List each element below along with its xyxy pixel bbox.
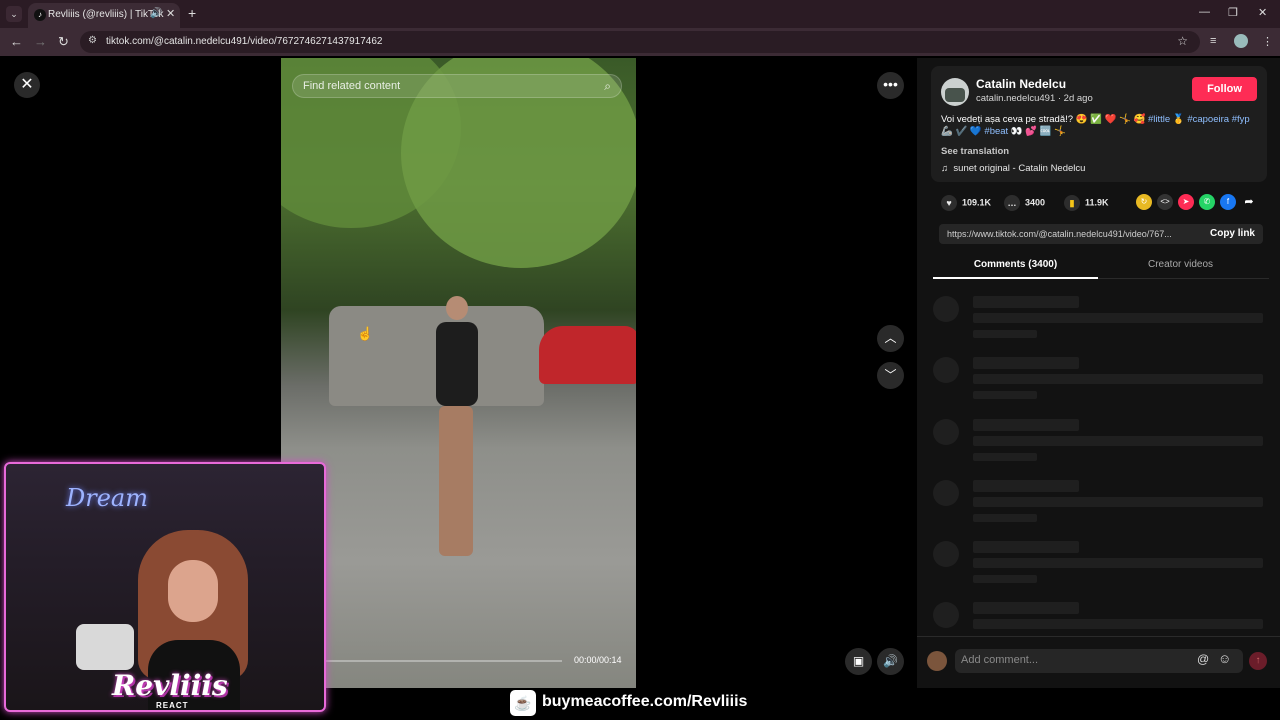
minimize-icon[interactable]: — <box>1199 6 1210 18</box>
description-text: Voi vedeți așa ceva pe stradă!? 😍 ✅ ❤️ 🤸… <box>941 114 1146 125</box>
current-user-avatar <box>927 651 947 671</box>
comment-skeleton <box>933 357 1269 407</box>
profile-avatar[interactable] <box>1234 34 1248 48</box>
description-emoji: 👀 💕 🆒 🤸 <box>1010 126 1067 137</box>
close-tab-icon[interactable]: ✕ <box>166 7 175 20</box>
speaker-icon[interactable]: 🔊 <box>150 8 162 19</box>
like-button[interactable]: ♥ 109.1K <box>941 195 991 211</box>
channel-logo: Revliiis <box>112 669 228 702</box>
author-avatar[interactable] <box>941 78 969 106</box>
description-emoji: 🥇 <box>1172 114 1185 125</box>
description-emoji: 🦾 ✔️ 💙 <box>941 126 982 137</box>
channel-logo-sub: REACT <box>156 701 189 710</box>
address-bar: ← → ↻ ⚙ tiktok.com/@catalin.nedelcu491/v… <box>0 28 1280 56</box>
comment-skeleton <box>933 419 1269 469</box>
tab-search-icon[interactable]: ⌄ <box>6 6 22 22</box>
comment-button[interactable]: … 3400 <box>1004 195 1045 211</box>
hashtag-link[interactable]: #capoeira <box>1187 114 1229 125</box>
share-more-icon[interactable]: ➦ <box>1241 194 1257 210</box>
emoji-icon[interactable]: ☺ <box>1218 651 1231 666</box>
new-tab-icon[interactable]: + <box>188 5 196 21</box>
post-description: Voi vedeți așa ceva pe stradă!? 😍 ✅ ❤️ 🤸… <box>941 114 1259 138</box>
embed-icon[interactable]: <> <box>1157 194 1173 210</box>
heart-icon: ♥ <box>941 195 957 211</box>
dancer-figure <box>431 296 481 566</box>
send-to-friends-icon[interactable]: ➤ <box>1178 194 1194 210</box>
hashtag-link[interactable]: #beat <box>984 126 1008 137</box>
comment-icon: … <box>1004 195 1020 211</box>
tab-bar: ⌄ ♪ Revliiis (@revliiis) | TikTok 🔊 ✕ + … <box>0 0 1280 28</box>
comment-skeleton <box>933 541 1269 591</box>
sound-link[interactable]: ♫ sunet original - Catalin Nedelcu <box>941 163 1085 174</box>
buymeacoffee-banner: ☕ buymeacoffee.com/Revliiis <box>508 688 768 718</box>
sidebar-tabs: Comments (3400) Creator videos <box>933 255 1269 279</box>
copy-link-button[interactable]: Copy link <box>1210 228 1255 239</box>
volume-button[interactable]: 🔊 <box>877 648 904 675</box>
hashtag-link[interactable]: #fyp <box>1232 114 1250 125</box>
video-detail-sidebar: Catalin Nedelcu catalin.nedelcu491 · 2d … <box>917 58 1280 688</box>
repost-icon[interactable]: ↻ <box>1136 194 1152 210</box>
browser-tab[interactable]: ♪ Revliiis (@revliiis) | TikTok 🔊 ✕ <box>28 3 180 28</box>
search-icon: ⌕ <box>604 79 611 93</box>
save-button[interactable]: ▮ 11.9K <box>1064 195 1109 211</box>
bookmark-star-icon[interactable]: ☆ <box>1177 34 1188 48</box>
save-count: 11.9K <box>1085 197 1109 208</box>
mouse-cursor-icon: ☝ <box>357 326 374 341</box>
url-text: tiktok.com/@catalin.nedelcu491/video/767… <box>106 36 383 47</box>
see-translation-link[interactable]: See translation <box>941 146 1009 157</box>
video-timecode: 00:00/00:14 <box>574 655 622 665</box>
video-player[interactable] <box>281 58 636 688</box>
author-meta: catalin.nedelcu491 · 2d ago <box>976 93 1093 104</box>
comment-count: 3400 <box>1025 197 1046 208</box>
post-info-card: Catalin Nedelcu catalin.nedelcu491 · 2d … <box>931 66 1267 182</box>
music-note-icon: ♫ <box>941 163 949 174</box>
car-image <box>539 326 636 384</box>
like-count: 109.1K <box>962 197 992 208</box>
previous-video-button[interactable]: ︿ <box>877 325 904 352</box>
window-close-icon[interactable]: ✕ <box>1258 6 1267 19</box>
media-controls-icon[interactable]: ≡ <box>1210 35 1216 47</box>
coffee-link: buymeacoffee.com/Revliiis <box>542 693 748 710</box>
floating-player-button[interactable]: ▣ <box>845 648 872 675</box>
comment-composer: Add comment... @ ☺ ↑ <box>917 636 1280 684</box>
find-related-search[interactable]: Find related content ⌕ <box>292 74 622 98</box>
facebook-icon[interactable]: f <box>1220 194 1236 210</box>
url-field[interactable]: ⚙ tiktok.com/@catalin.nedelcu491/video/7… <box>80 31 1200 53</box>
neon-sign: Dream <box>66 484 148 512</box>
tab-title: Revliiis (@revliiis) | TikTok <box>48 9 164 20</box>
follow-button[interactable]: Follow <box>1192 77 1257 101</box>
tab-creator-videos[interactable]: Creator videos <box>1098 259 1263 270</box>
next-video-button[interactable]: ﹀ <box>877 362 904 389</box>
bookmark-icon: ▮ <box>1064 195 1080 211</box>
more-options-button[interactable]: ••• <box>877 72 904 99</box>
maximize-icon[interactable]: ❐ <box>1228 6 1238 19</box>
video-progress-bar[interactable] <box>326 660 562 662</box>
forward-icon[interactable]: → <box>34 34 47 49</box>
comment-skeleton <box>933 480 1269 530</box>
comment-skeleton <box>933 296 1269 346</box>
hashtag-link[interactable]: #little <box>1148 114 1170 125</box>
streamer-webcam: Dream Revliiis REACT <box>4 462 326 712</box>
whatsapp-icon[interactable]: ✆ <box>1199 194 1215 210</box>
tab-comments[interactable]: Comments (3400) <box>933 259 1098 279</box>
share-link-bar: https://www.tiktok.com/@catalin.nedelcu4… <box>939 224 1263 244</box>
share-link-url[interactable]: https://www.tiktok.com/@catalin.nedelcu4… <box>947 229 1193 239</box>
tiktok-favicon-icon: ♪ <box>34 9 46 21</box>
back-icon[interactable]: ← <box>10 34 23 49</box>
coffee-cup-icon: ☕ <box>510 690 536 716</box>
sound-title: sunet original - Catalin Nedelcu <box>953 163 1086 174</box>
site-info-icon[interactable]: ⚙ <box>88 35 97 46</box>
reload-icon[interactable]: ↻ <box>58 34 69 50</box>
close-video-button[interactable]: ✕ <box>14 72 40 98</box>
find-related-label: Find related content <box>303 80 401 92</box>
browser-menu-icon[interactable]: ⋮ <box>1262 35 1273 48</box>
microphone-icon <box>76 624 134 670</box>
mention-icon[interactable]: @ <box>1197 652 1209 666</box>
author-name[interactable]: Catalin Nedelcu <box>976 77 1066 91</box>
post-comment-button[interactable]: ↑ <box>1249 652 1267 670</box>
